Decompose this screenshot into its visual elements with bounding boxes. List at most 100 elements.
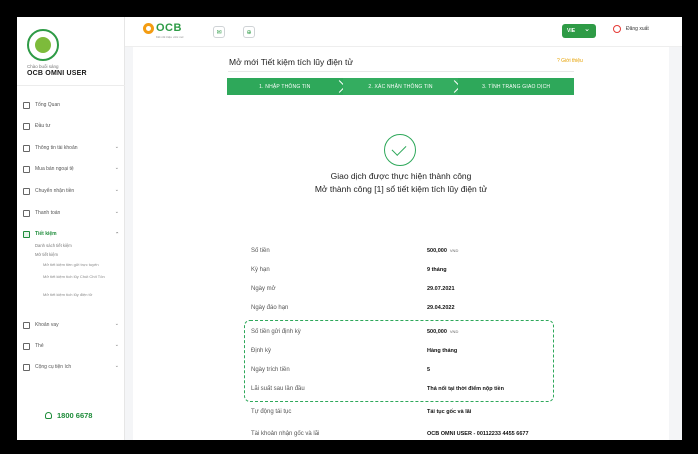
sidebar-item-utilities[interactable]: Cộng cụ tiện ích ⌄ (23, 360, 119, 374)
success-check-icon (384, 134, 416, 166)
payment-icon (23, 209, 30, 217)
chevron-down-icon: ⌄ (114, 165, 119, 171)
sidebar-item-label: Mua bán ngoại tệ (35, 166, 74, 172)
detail-label: Tài khoản nhận gốc và lãi (251, 431, 320, 437)
sidebar-sub-savings-list[interactable]: Danh sách tiết kiệm (35, 243, 72, 248)
detail-value: 500,000 VND (427, 248, 459, 254)
forex-icon (23, 165, 30, 173)
chevron-down-icon: ⌄ (584, 26, 590, 33)
power-icon (613, 25, 621, 33)
detail-value: 29.07.2021 (427, 286, 455, 292)
sidebar-item-invest[interactable]: Đầu tư (23, 119, 119, 133)
step-label: 1. NHẬP THÔNG TIN (259, 83, 311, 90)
step-label: 2. XÁC NHẬN THÔNG TIN (368, 83, 433, 90)
sidebar-item-transfer[interactable]: Chuyển nhận tiền ⌄ (23, 184, 119, 198)
sidebar-item-savings[interactable]: Tiết kiệm ⌄ (23, 227, 119, 241)
sidebar-sub-open-savings[interactable]: Mở tiết kiệm (35, 252, 58, 257)
detail-row-open-date: Ngày mở 29.07.2021 (251, 286, 571, 298)
sidebar-item-payment[interactable]: Thanh toán ⌄ (23, 206, 119, 220)
sidebar-sub-open-chutchit[interactable]: Mở tiết kiệm tích lũy Chút Chít Tôn (43, 274, 113, 279)
chevron-down-icon: ⌄ (114, 342, 119, 348)
step-transaction-status: 3. TÌNH TRẠNG GIAO DỊCH (458, 78, 575, 95)
mail-icon[interactable]: ✉ (213, 26, 225, 38)
brand-mark-icon (143, 22, 154, 34)
language-label: VIE (567, 28, 576, 34)
chevron-down-icon: ⌄ (114, 144, 119, 150)
logout-button[interactable]: Đăng xuất (613, 25, 649, 33)
detail-value: 5 (427, 367, 431, 373)
step-confirm-info: 2. XÁC NHẬN THÔNG TIN (342, 78, 462, 95)
user-name: OCB OMNI USER (27, 70, 87, 77)
hotline[interactable]: 1800 6678 (45, 411, 92, 420)
account-icon (23, 144, 30, 152)
hotline-number: 1800 6678 (57, 411, 93, 420)
card-icon (23, 342, 30, 350)
detail-row-receiving-account: Tài khoản nhận gốc và lãi OCB OMNI USER … (251, 431, 571, 440)
sidebar-item-label: Tiết kiệm (35, 231, 57, 237)
detail-value: Tái tục gốc và lãi (427, 409, 472, 415)
headset-icon (45, 412, 52, 419)
chevron-up-icon: ⌄ (114, 230, 119, 236)
detail-row-period: Định kỳ Hàng tháng (251, 348, 571, 360)
detail-value: Thả nổi tại thời điểm nộp tiền (427, 386, 504, 392)
chevron-down-icon: ⌄ (114, 187, 119, 193)
detail-value: 9 tháng (427, 267, 447, 273)
detail-row-term: Kỳ hạn 9 tháng (251, 267, 571, 279)
sidebar-item-label: Thông tin tài khoản (35, 145, 78, 151)
language-select[interactable]: VIE ⌄ (562, 24, 596, 38)
sidebar-item-label: Tổng Quan (35, 102, 61, 108)
sidebar-item-loan[interactable]: Khoản vay ⌄ (23, 318, 119, 332)
chevron-down-icon: ⌄ (114, 363, 119, 369)
guide-link[interactable]: ? Giới thiệu (557, 58, 583, 64)
detail-value: 500,000 VND (427, 329, 459, 335)
sidebar-sub-open-online[interactable]: Mở tiết kiệm tiền gửi trực tuyến (43, 262, 113, 267)
detail-label: Kỳ hạn (251, 267, 270, 273)
title-divider (228, 71, 574, 72)
detail-row-amount: Số tiền 500,000 VND (251, 248, 571, 260)
sidebar-item-label: Đầu tư (35, 123, 51, 129)
transfer-icon (23, 187, 30, 195)
success-message: Giao dịch được thực hiện thành công (330, 171, 472, 181)
detail-row-auto-renew: Tự động tái tục Tái tục gốc và lãi (251, 409, 571, 421)
loan-icon (23, 321, 30, 329)
sidebar-item-label: Khoản vay (35, 322, 59, 328)
sidebar-item-label: Cộng cụ tiện ích (35, 364, 72, 370)
utilities-icon (23, 363, 30, 371)
detail-label: Ngày đáo hạn (251, 305, 289, 311)
sidebar-divider (17, 85, 125, 86)
avatar[interactable] (27, 29, 59, 61)
detail-label: Số tiền (251, 248, 270, 254)
detail-value: Hàng tháng (427, 348, 458, 354)
sidebar-item-account-info[interactable]: Thông tin tài khoản ⌄ (23, 141, 119, 155)
sidebar-item-forex[interactable]: Mua bán ngoại tệ ⌄ (23, 162, 119, 176)
main-content: Mở mới Tiết kiệm tích lũy điện tử ? Giới… (133, 47, 669, 440)
detail-value: OCB OMNI USER - 00112233 4455 6677 (427, 431, 529, 437)
invest-icon (23, 122, 30, 130)
detail-row-periodic-amount: Số tiền gửi định kỳ 500,000 VND (251, 329, 571, 341)
greeting-text: Chào buổi sáng (27, 64, 59, 69)
brand-tagline: Kết nối triệu ước mơ (156, 35, 184, 39)
brand-logo[interactable]: OCB (143, 22, 182, 34)
step-input-info: 1. NHẬP THÔNG TIN (227, 78, 346, 95)
detail-value: 29.04.2022 (427, 305, 455, 311)
cart-icon[interactable]: ⊕ (243, 26, 255, 38)
sidebar-sub-open-electronic[interactable]: Mở tiết kiệm tích lũy điện tử (43, 292, 113, 297)
top-bar: OCB Kết nối triệu ước mơ ✉ ⊕ VIE ⌄ Đăng … (125, 17, 682, 47)
sidebar-item-label: Thẻ (35, 343, 44, 349)
chevron-down-icon: ⌄ (114, 209, 119, 215)
page-title: Mở mới Tiết kiệm tích lũy điện tử (229, 57, 354, 67)
sidebar-item-overview[interactable]: Tổng Quan (23, 98, 119, 112)
app-window: Chào buổi sáng OCB OMNI USER Tổng Quan Đ… (17, 17, 682, 440)
detail-label: Số tiền gửi định kỳ (251, 329, 301, 335)
detail-label: Ngày trích tiền (251, 367, 290, 373)
detail-row-maturity-date: Ngày đáo hạn 29.04.2022 (251, 305, 571, 317)
detail-label: Tự động tái tục (251, 409, 292, 415)
sidebar-item-label: Thanh toán (35, 210, 61, 216)
step-label: 3. TÌNH TRẠNG GIAO DỊCH (482, 83, 551, 90)
piggy-bank-icon (23, 230, 30, 238)
success-detail: Mở thành công [1] sổ tiết kiệm tích lũy … (314, 184, 488, 194)
progress-steps: 1. NHẬP THÔNG TIN 2. XÁC NHẬN THÔNG TIN … (227, 78, 575, 95)
sidebar-item-card[interactable]: Thẻ ⌄ (23, 339, 119, 353)
home-icon (23, 101, 30, 109)
detail-row-interest-rate: Lãi suất sau lần đầu Thả nổi tại thời đi… (251, 386, 571, 398)
